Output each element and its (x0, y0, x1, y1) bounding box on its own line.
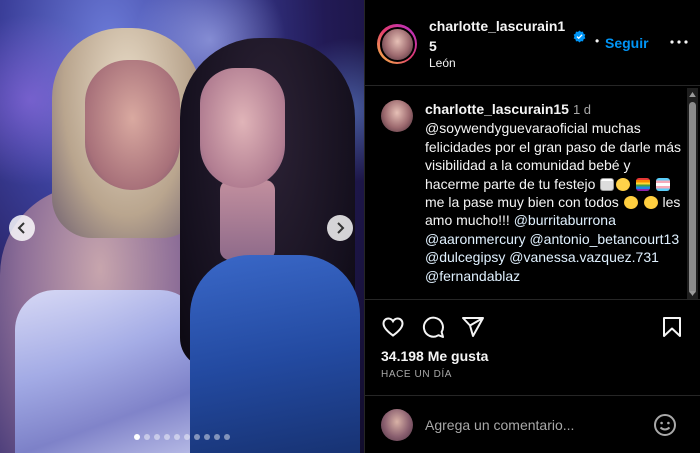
follow-button[interactable]: Seguir (605, 35, 649, 51)
separator-bullet: • (595, 34, 600, 48)
post-location[interactable]: León (429, 56, 456, 70)
crying-face-emoji-icon (616, 177, 631, 191)
carousel-dot (214, 434, 220, 440)
caption-username[interactable]: charlotte_lascurain15 (425, 101, 569, 117)
caption-mention[interactable]: @vanessa.vazquez.731 (509, 249, 659, 265)
carousel-dot (194, 434, 200, 440)
chevron-left-icon (17, 222, 25, 234)
caption-mention[interactable]: @dulcegipsy (425, 249, 505, 265)
carousel-dot (224, 434, 230, 440)
carousel-dot (134, 434, 140, 440)
caption-scrollbar[interactable] (687, 88, 698, 299)
scroll-up-arrow-icon[interactable] (687, 88, 698, 100)
post-caption: charlotte_lascurain15 1 d @soywendyguevar… (365, 87, 700, 300)
post-actions-bar (365, 312, 700, 342)
caption-text: charlotte_lascurain15 1 d @soywendyguevar… (425, 100, 687, 285)
bookmark-icon[interactable] (660, 315, 684, 339)
caption-mention[interactable]: @antonio_betancourt13 (529, 231, 679, 247)
carousel-dot (144, 434, 150, 440)
author-username[interactable]: charlotte_lascurain15 (429, 16, 569, 56)
post-timestamp[interactable]: HACE UN DÍA (381, 369, 452, 380)
post-details-panel: charlotte_lascurain15 • Seguir León char… (364, 0, 700, 453)
carousel-dot (154, 434, 160, 440)
emoji-icon[interactable] (653, 413, 677, 437)
share-icon[interactable] (461, 315, 485, 339)
comment-icon[interactable] (421, 315, 445, 339)
caption-mention[interactable]: @burritaburrona (514, 212, 616, 228)
caption-timestamp[interactable]: 1 d (573, 102, 591, 117)
transgender-flag-emoji-icon (656, 177, 671, 191)
verified-badge-icon (573, 30, 586, 43)
post-photo[interactable] (0, 0, 364, 453)
photo-person-right-dress (190, 255, 360, 453)
photo-person-right-neck (220, 180, 275, 260)
heart-icon[interactable] (381, 315, 405, 339)
caption-mention[interactable]: @fernandablaz (425, 268, 520, 284)
scrollbar-thumb[interactable] (689, 102, 696, 294)
caption-author-avatar[interactable] (381, 100, 413, 132)
caption-body-part2: me la pase muy bien con todos (425, 194, 619, 211)
post-header: charlotte_lascurain15 • Seguir León (365, 0, 700, 86)
photo-person-left-face (85, 60, 180, 190)
add-comment-bar (365, 395, 700, 453)
carousel-prev-button[interactable] (9, 215, 35, 241)
scroll-down-arrow-icon[interactable] (687, 287, 698, 299)
smiling-hearts-emoji-icon (623, 196, 638, 210)
smiling-hearts-emoji-icon (643, 196, 658, 210)
carousel-indicator (0, 434, 364, 440)
more-options-icon[interactable] (668, 34, 690, 50)
rainbow-flag-emoji-icon (636, 177, 651, 191)
photo-person-right-face (200, 68, 285, 188)
author-avatar[interactable] (377, 24, 417, 64)
caption-mention[interactable]: @aaronmercury (425, 231, 526, 247)
likes-count[interactable]: 34.198 Me gusta (381, 348, 488, 364)
calendar-emoji-icon (600, 177, 615, 191)
current-user-avatar (381, 409, 413, 441)
chevron-right-icon (337, 222, 345, 234)
carousel-dot (164, 434, 170, 440)
carousel-next-button[interactable] (327, 215, 353, 241)
photo-person-left-dress (15, 290, 200, 453)
comment-input[interactable] (425, 414, 645, 436)
carousel-dot (204, 434, 210, 440)
carousel-dot (174, 434, 180, 440)
carousel-dot (184, 434, 190, 440)
